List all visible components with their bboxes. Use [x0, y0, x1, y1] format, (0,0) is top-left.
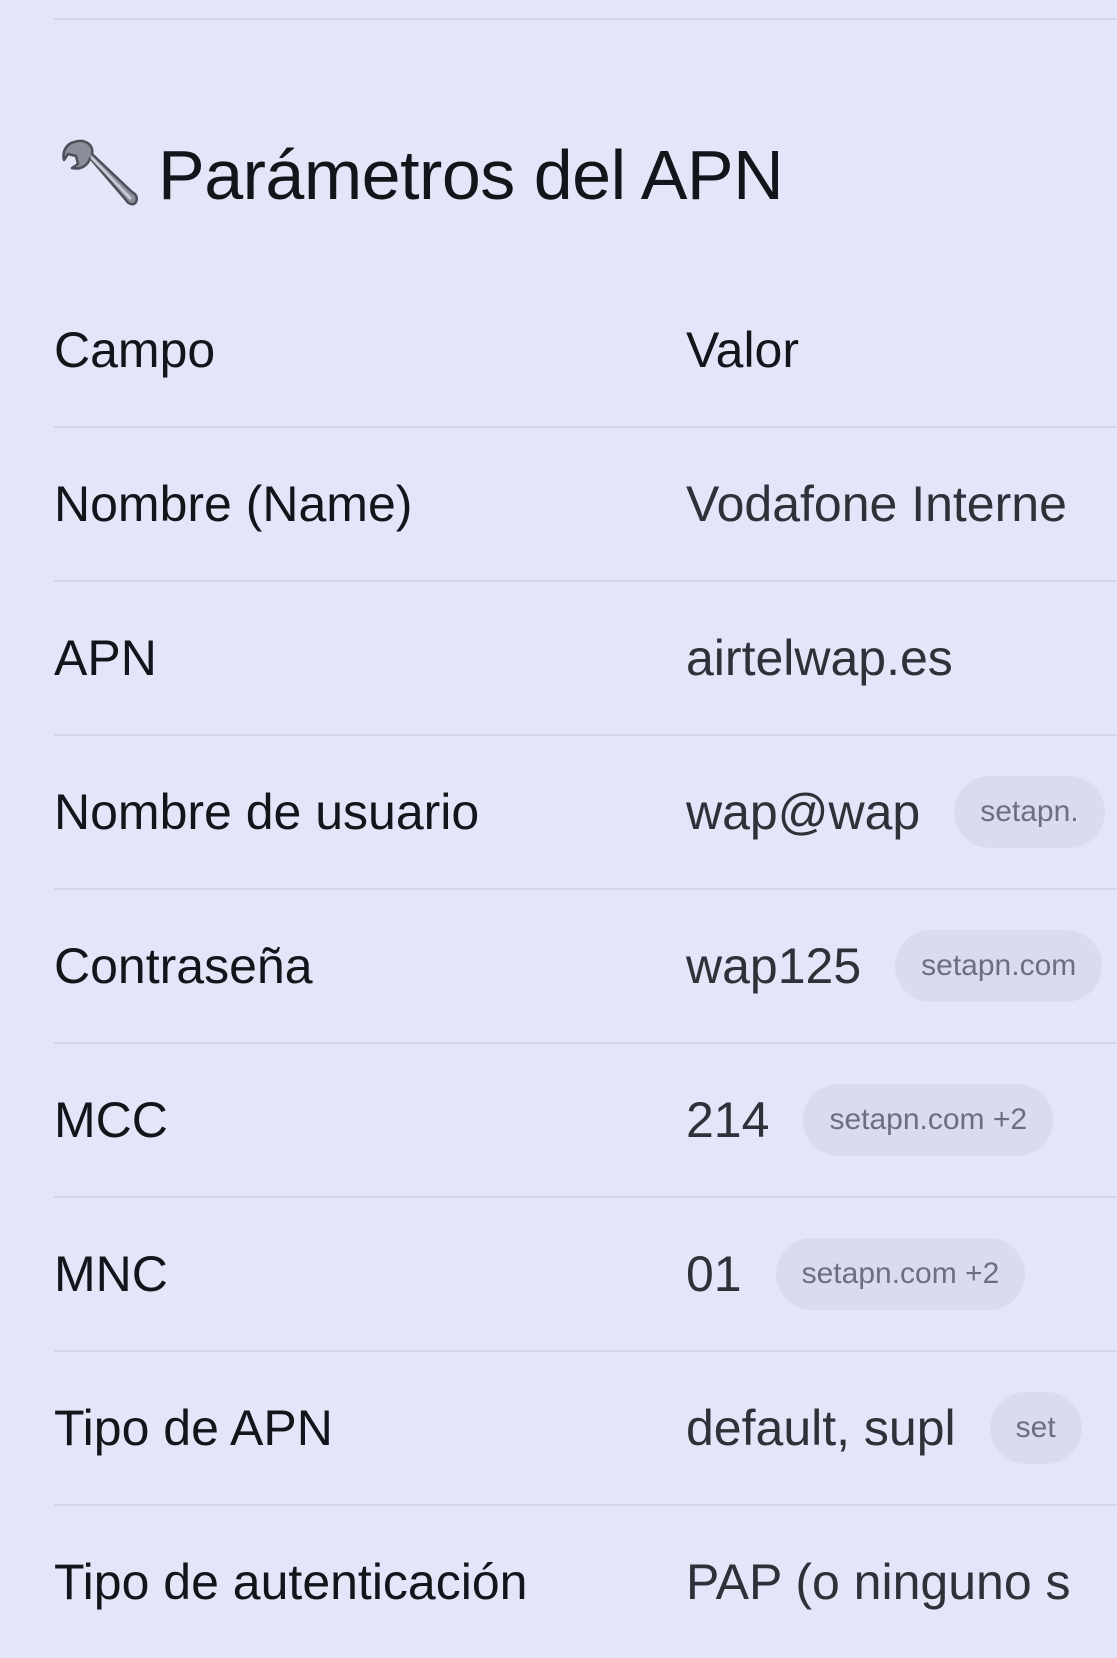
field-value: wap125: [686, 938, 862, 994]
field-label: APN: [54, 630, 157, 686]
table-row-username: Nombre de usuario wap@wap setapn.: [54, 736, 1117, 890]
table-row-apn-type: Tipo de APN default, supl set: [54, 1352, 1117, 1506]
source-citation-chip[interactable]: set: [989, 1392, 1082, 1464]
wrench-icon: [62, 139, 138, 206]
field-label: Nombre (Name): [54, 476, 413, 532]
source-citation-chip[interactable]: setapn.com: [895, 930, 1103, 1002]
field-label: MCC: [54, 1092, 168, 1148]
field-value: airtelwap.es: [686, 630, 953, 686]
field-value-cell: airtelwap.es: [686, 582, 953, 734]
section-heading: Parámetros del APN: [56, 130, 784, 220]
table-row-auth-type: Tipo de autenticación PAP (o ninguno s: [54, 1506, 1117, 1658]
top-divider: [54, 18, 1117, 20]
field-value: 01: [686, 1246, 742, 1302]
field-value-cell: 214 setapn.com +2: [686, 1044, 1054, 1196]
field-label: Tipo de APN: [54, 1400, 333, 1456]
field-value: wap@wap: [686, 784, 921, 840]
source-citation-chip[interactable]: setapn.: [954, 776, 1105, 848]
field-value: 214: [686, 1092, 770, 1148]
table-header-row: Campo Valor: [54, 274, 1117, 428]
field-label: Tipo de autenticación: [54, 1554, 528, 1610]
table-row-mcc: MCC 214 setapn.com +2: [54, 1044, 1117, 1198]
field-value-cell: PAP (o ninguno s: [686, 1506, 1071, 1658]
section-title: Parámetros del APN: [158, 136, 784, 214]
field-label: MNC: [54, 1246, 168, 1302]
table-row-apn: APN airtelwap.es: [54, 582, 1117, 736]
field-value-cell: 01 setapn.com +2: [686, 1198, 1026, 1350]
field-value: PAP (o ninguno s: [686, 1554, 1071, 1610]
column-header-field: Campo: [54, 322, 216, 378]
table-row-password: Contraseña wap125 setapn.com: [54, 890, 1117, 1044]
field-value: Vodafone Interne: [686, 476, 1067, 532]
field-label: Nombre de usuario: [54, 784, 480, 840]
table-row-name: Nombre (Name) Vodafone Interne: [54, 428, 1117, 582]
source-citation-chip[interactable]: setapn.com +2: [803, 1084, 1054, 1156]
field-label: Contraseña: [54, 938, 313, 994]
table-row-mnc: MNC 01 setapn.com +2: [54, 1198, 1117, 1352]
field-value-cell: wap@wap setapn.: [686, 736, 1105, 888]
field-value-cell: default, supl set: [686, 1352, 1082, 1504]
column-header-value: Valor: [686, 322, 800, 378]
field-value: default, supl: [686, 1400, 956, 1456]
field-value-cell: wap125 setapn.com: [686, 890, 1103, 1042]
apn-parameters-table: Campo Valor Nombre (Name) Vodafone Inter…: [54, 274, 1117, 1658]
field-value-cell: Vodafone Interne: [686, 428, 1067, 580]
source-citation-chip[interactable]: setapn.com +2: [775, 1238, 1026, 1310]
